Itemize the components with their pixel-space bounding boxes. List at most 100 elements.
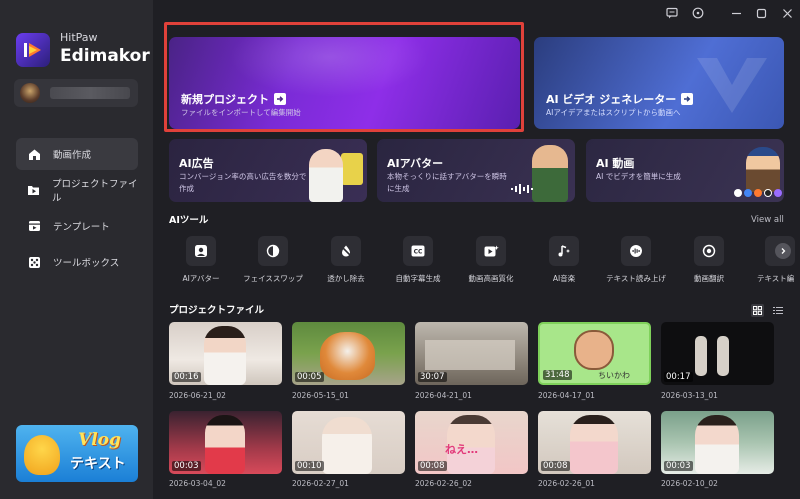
- ad-presenter-image: [309, 149, 343, 202]
- project-thumbnail[interactable]: 00:05: [292, 322, 405, 385]
- tool-video-translate[interactable]: 動画翻訳: [677, 236, 741, 296]
- sidebar-item-label: 動画作成: [53, 150, 92, 161]
- folder-icon: [27, 183, 40, 197]
- minimize-icon[interactable]: [729, 6, 743, 20]
- project-thumbnail[interactable]: 00:16: [169, 322, 282, 385]
- home-icon: [27, 147, 41, 161]
- account-name-redacted: [50, 87, 130, 99]
- tool-label: フェイススワップ: [243, 274, 303, 283]
- pearl-earring-image: [746, 147, 780, 192]
- tool-video-enhance[interactable]: 動画高画質化: [459, 236, 523, 296]
- ai-video-generator-card[interactable]: AI ビデオ ジェネレーター AIアイデアまたはスクリプトから動画へ: [534, 37, 784, 129]
- ai-ad-card[interactable]: AI広告 コンバージョン率の高い広告を数分で作成: [169, 139, 367, 202]
- voice-wave-icon: [511, 184, 533, 194]
- ai-video-card[interactable]: AI 動画 AI でビデオを簡単に生成: [586, 139, 784, 202]
- ai-tools-heading: AIツール: [169, 215, 209, 226]
- ai-video-feature-subtitle: AI でビデオを簡単に生成: [596, 172, 681, 181]
- new-project-title-text: 新規プロジェクト: [181, 93, 269, 106]
- tool-label: テキスト読み上げ: [606, 274, 666, 283]
- project-name: 2026-06-21_02: [169, 391, 226, 400]
- chevron-right-icon: [781, 248, 786, 254]
- glow-decoration: [229, 37, 429, 97]
- project-thumbnail[interactable]: ちいかわ 31:48: [538, 322, 651, 385]
- new-project-title: 新規プロジェクト: [181, 91, 286, 107]
- ai-video-feature-title: AI 動画: [596, 157, 635, 170]
- project-thumbnail[interactable]: 00:03: [169, 411, 282, 474]
- ai-video-subtitle: AIアイデアまたはスクリプトから動画へ: [546, 108, 681, 117]
- duration-badge: 00:08: [541, 461, 570, 471]
- list-view-button[interactable]: [771, 304, 784, 317]
- project-name: 2026-02-27_01: [292, 479, 349, 488]
- avatar-icon: [186, 236, 216, 266]
- sidebar-item-toolbox[interactable]: ツールボックス: [16, 246, 138, 278]
- new-project-card[interactable]: 新規プロジェクト ファイルをインポートして編集開始: [169, 37, 520, 129]
- duration-badge: 00:10: [295, 461, 324, 471]
- ai-video-title-text: AI ビデオ ジェネレーター: [546, 93, 677, 106]
- enhance-icon: [476, 236, 506, 266]
- project-thumbnail[interactable]: ねえ… 00:08: [415, 411, 528, 474]
- duration-badge: 30:07: [418, 372, 447, 382]
- tool-face-swap[interactable]: フェイススワップ: [241, 236, 305, 296]
- tool-ai-avatar[interactable]: AIアバター: [169, 236, 233, 296]
- sidebar-item-label: プロジェクトファイル: [52, 179, 138, 204]
- arrow-right-icon: [274, 93, 286, 105]
- grid-view-button[interactable]: [751, 304, 764, 317]
- close-icon[interactable]: [780, 6, 794, 20]
- face-swap-icon: [258, 236, 288, 266]
- app-brand: HitPaw: [60, 31, 98, 44]
- project-thumbnail[interactable]: 00:03: [661, 411, 774, 474]
- project-thumbnail[interactable]: 00:08: [538, 411, 651, 474]
- svg-text:CC: CC: [414, 249, 423, 256]
- template-icon: [27, 219, 41, 233]
- project-name: 2026-02-10_02: [661, 479, 718, 488]
- tool-label: AI音楽: [552, 274, 576, 283]
- translate-icon: [694, 236, 724, 266]
- tool-text-edit[interactable]: テキスト編: [745, 236, 800, 296]
- sidebar-item-label: テンプレート: [53, 222, 110, 233]
- sidebar-item-templates[interactable]: テンプレート: [16, 210, 138, 242]
- project-name: 2026-02-26_01: [538, 479, 595, 488]
- tool-ai-music[interactable]: AI音楽: [532, 236, 596, 296]
- promo-title: Vlog: [78, 430, 121, 450]
- sidebar-item-create-video[interactable]: 動画作成: [16, 138, 138, 170]
- arrow-right-icon: [681, 93, 694, 105]
- avatar: [20, 83, 40, 103]
- project-name: 2026-02-26_02: [415, 479, 472, 488]
- new-project-subtitle: ファイルをインポートして編集開始: [181, 108, 301, 117]
- project-name: 2026-05-15_01: [292, 391, 349, 400]
- scroll-right-button[interactable]: [775, 243, 791, 259]
- feedback-icon[interactable]: [665, 6, 679, 20]
- project-name: 2026-04-21_01: [415, 391, 472, 400]
- ai-logo-decoration: [697, 58, 767, 113]
- tool-auto-subtitle[interactable]: CC 自動字幕生成: [386, 236, 450, 296]
- ai-ad-subtitle: コンバージョン率の高い広告を数分で作成: [179, 172, 307, 193]
- list-icon: [772, 307, 783, 314]
- ai-avatar-card[interactable]: AIアバター 本物そっくりに話すアバターを瞬時に生成: [377, 139, 575, 202]
- app-window: HitPaw Edimakor 動画作成 プロジェクトファイル テンプレート ツ…: [0, 0, 800, 499]
- tool-text-to-speech[interactable]: テキスト読み上げ: [604, 236, 668, 296]
- project-files-heading: プロジェクトファイル: [169, 305, 265, 316]
- duration-badge: 00:03: [664, 461, 693, 471]
- vlog-text-promo-banner[interactable]: Vlog テキスト: [16, 425, 138, 482]
- maximize-icon[interactable]: [754, 6, 768, 20]
- app-name: Edimakor: [60, 46, 150, 66]
- ad-product-image: [341, 153, 363, 185]
- model-logos: [734, 189, 782, 197]
- duration-badge: 31:48: [543, 370, 572, 380]
- notification-icon[interactable]: [691, 6, 705, 20]
- tool-label: テキスト編: [757, 274, 795, 283]
- tool-watermark-remove[interactable]: 透かし除去: [314, 236, 378, 296]
- project-thumbnail[interactable]: 00:17: [661, 322, 774, 385]
- project-thumbnail[interactable]: 00:10: [292, 411, 405, 474]
- promo-subtitle: テキスト: [70, 456, 126, 472]
- tool-label: 動画翻訳: [694, 274, 724, 283]
- duration-badge: 00:05: [295, 372, 324, 382]
- project-thumbnail[interactable]: 30:07: [415, 322, 528, 385]
- ai-avatar-title: AIアバター: [387, 157, 444, 170]
- account-button[interactable]: [14, 79, 138, 107]
- sidebar-item-label: ツールボックス: [53, 258, 120, 269]
- project-name: 2026-03-13_01: [661, 391, 718, 400]
- sidebar-item-project-files[interactable]: プロジェクトファイル: [16, 174, 138, 206]
- view-all-link[interactable]: View all: [751, 215, 784, 225]
- project-name: 2026-04-17_01: [538, 391, 595, 400]
